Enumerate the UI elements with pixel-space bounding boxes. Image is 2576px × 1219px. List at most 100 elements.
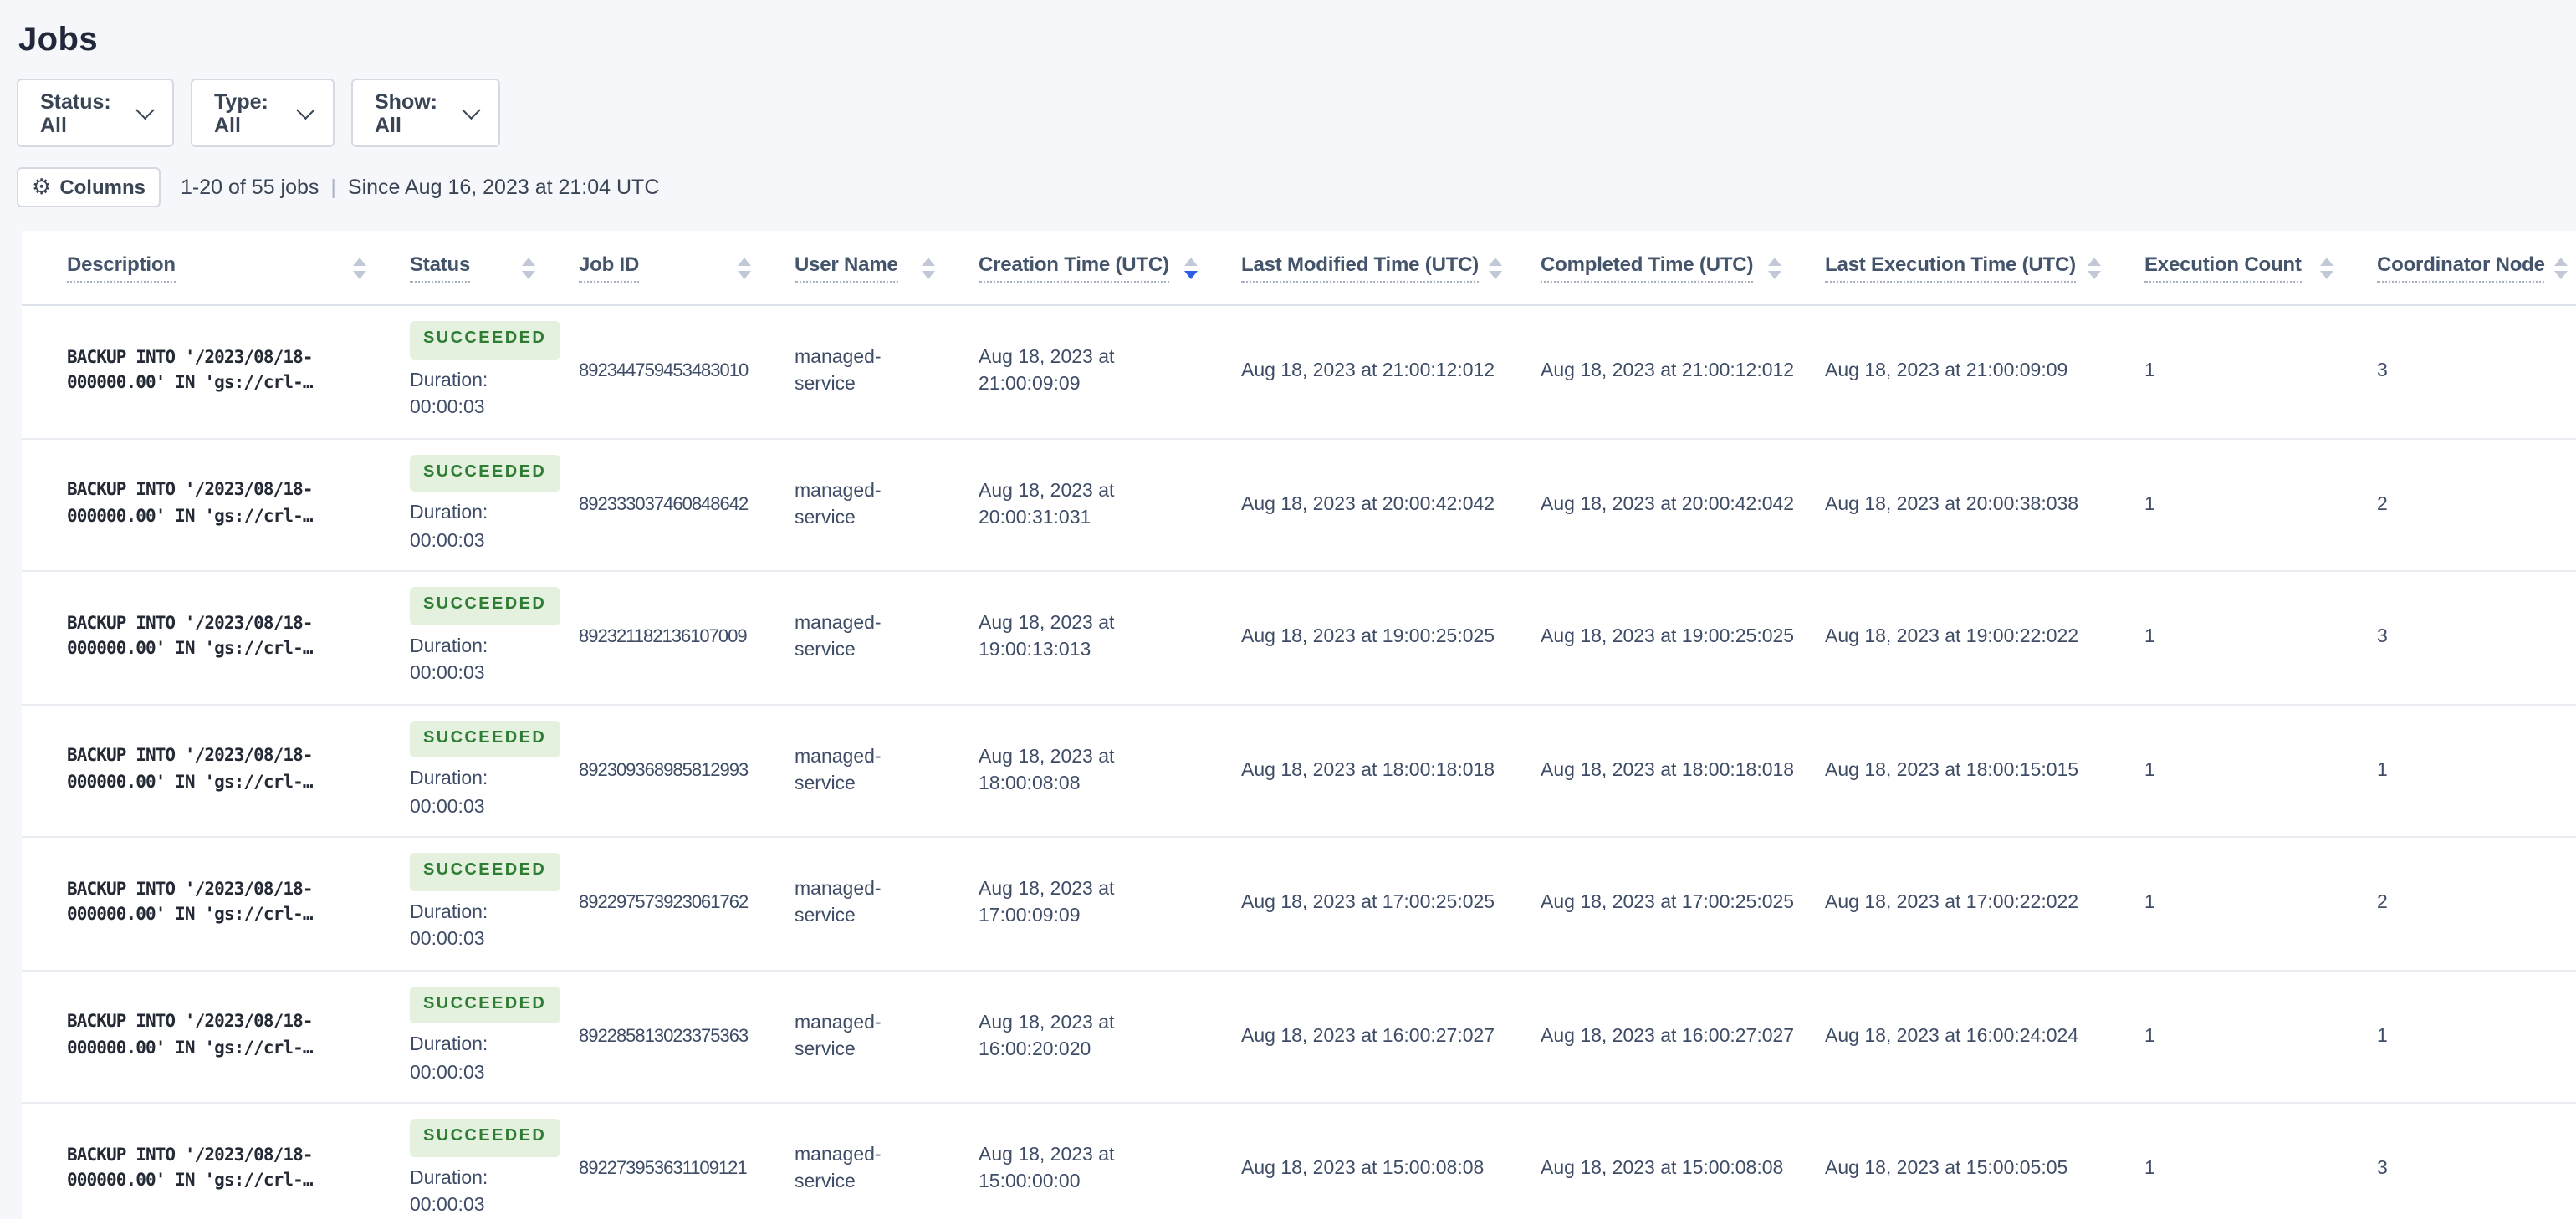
job-id-cell: 892273953631109121	[579, 1159, 748, 1180]
column-header-job-id[interactable]: Job ID	[579, 231, 795, 305]
execution-count-cell: 1	[2144, 893, 2155, 914]
column-header-description[interactable]: Description	[22, 231, 410, 305]
coordinator-node-cell: 3	[2377, 361, 2388, 382]
last-modified-time-cell: Aug 18, 2023 at 16:00:27:027	[1241, 1026, 1495, 1047]
job-description-link[interactable]: BACKUP INTO '/2023/08/18-000000.00' IN '…	[22, 970, 410, 1103]
completed-time-cell: Aug 18, 2023 at 20:00:42:042	[1541, 494, 1795, 515]
last-modified-time-cell: Aug 18, 2023 at 18:00:18:018	[1241, 760, 1495, 781]
job-description-link[interactable]: BACKUP INTO '/2023/08/18-000000.00' IN '…	[22, 837, 410, 970]
job-id-cell: 892333037460848642	[579, 494, 749, 515]
column-header-execution-count[interactable]: Execution Count	[2144, 231, 2377, 305]
coordinator-node-cell: 3	[2377, 627, 2388, 648]
last-modified-time-cell: Aug 18, 2023 at 17:00:25:025	[1241, 893, 1495, 914]
jobs-table: Description Status Job ID User Name Crea…	[22, 231, 2576, 1219]
duration-value: 00:00:03	[410, 398, 485, 418]
completed-time-cell: Aug 18, 2023 at 21:00:12:012	[1541, 361, 1795, 382]
last-modified-time-cell: Aug 18, 2023 at 19:00:25:025	[1241, 627, 1495, 648]
creation-time-cell: Aug 18, 2023 at 15:00:00:00	[979, 1145, 1115, 1193]
sort-icon[interactable]	[922, 257, 935, 278]
last-execution-time-cell: Aug 18, 2023 at 19:00:22:022	[1825, 627, 2079, 648]
table-toolbar: ⚙ Columns 1-20 of 55 jobs | Since Aug 16…	[17, 167, 659, 207]
execution-count-cell: 1	[2144, 1159, 2155, 1180]
job-status-cell: SUCCEEDED Duration: 00:00:03	[410, 1103, 579, 1219]
sort-icon[interactable]	[2088, 257, 2101, 278]
sort-icon[interactable]	[353, 257, 366, 278]
since-text: Since Aug 16, 2023 at 21:04 UTC	[347, 176, 660, 199]
show-filter-dropdown[interactable]: Show: All	[351, 79, 500, 147]
duration-value: 00:00:03	[410, 664, 485, 684]
last-execution-time-cell: Aug 18, 2023 at 21:00:09:09	[1825, 361, 2068, 382]
execution-count-cell: 1	[2144, 760, 2155, 781]
creation-time-cell: Aug 18, 2023 at 19:00:13:013	[979, 614, 1115, 661]
last-execution-time-cell: Aug 18, 2023 at 16:00:24:024	[1825, 1026, 2079, 1047]
filter-bar: Status: All Type: All Show: All	[17, 79, 500, 147]
sort-icon[interactable]	[2320, 257, 2333, 278]
coordinator-node-cell: 1	[2377, 760, 2388, 781]
job-description-link[interactable]: BACKUP INTO '/2023/08/18-000000.00' IN '…	[22, 1103, 410, 1219]
last-execution-time-cell: Aug 18, 2023 at 20:00:38:038	[1825, 494, 2079, 515]
job-description-link[interactable]: BACKUP INTO '/2023/08/18-000000.00' IN '…	[22, 305, 410, 438]
columns-button[interactable]: ⚙ Columns	[17, 167, 161, 207]
column-header-status[interactable]: Status	[410, 231, 579, 305]
duration-label: Duration:	[410, 1035, 488, 1055]
coordinator-node-cell: 2	[2377, 893, 2388, 914]
user-name-cell: managed-service	[795, 481, 882, 528]
job-id-cell: 892321182136107009	[579, 627, 748, 648]
job-id-cell: 892344759453483010	[579, 361, 749, 382]
job-status-cell: SUCCEEDED Duration: 00:00:03	[410, 837, 579, 970]
duration-value: 00:00:03	[410, 797, 485, 817]
duration-value: 00:00:03	[410, 1063, 485, 1083]
job-status-cell: SUCCEEDED Duration: 00:00:03	[410, 305, 579, 438]
column-header-last-modified-time[interactable]: Last Modified Time (UTC)	[1241, 231, 1541, 305]
sort-icon[interactable]	[522, 257, 535, 278]
last-modified-time-cell: Aug 18, 2023 at 15:00:08:08	[1241, 1159, 1485, 1180]
type-filter-dropdown[interactable]: Type: All	[191, 79, 335, 147]
job-id-cell: 892297573923061762	[579, 893, 749, 914]
creation-time-cell: Aug 18, 2023 at 16:00:20:020	[979, 1012, 1115, 1060]
last-modified-time-cell: Aug 18, 2023 at 20:00:42:042	[1241, 494, 1495, 515]
table-header-row: Description Status Job ID User Name Crea…	[22, 231, 2576, 305]
sort-icon[interactable]	[738, 257, 751, 278]
jobs-count-text: 1-20 of 55 jobs	[181, 176, 319, 199]
job-status-cell: SUCCEEDED Duration: 00:00:03	[410, 704, 579, 837]
job-id-cell: 892309368985812993	[579, 760, 749, 781]
column-header-user-name[interactable]: User Name	[795, 231, 979, 305]
column-header-creation-time[interactable]: Creation Time (UTC)	[979, 231, 1241, 305]
job-description-link[interactable]: BACKUP INTO '/2023/08/18-000000.00' IN '…	[22, 704, 410, 837]
sort-icon[interactable]	[1768, 257, 1781, 278]
columns-button-label: Columns	[59, 176, 146, 199]
sort-icon[interactable]	[1489, 257, 1503, 278]
table-row: BACKUP INTO '/2023/08/18-000000.00' IN '…	[22, 305, 2576, 438]
table-row: BACKUP INTO '/2023/08/18-000000.00' IN '…	[22, 837, 2576, 970]
user-name-cell: managed-service	[795, 614, 882, 661]
column-header-coordinator-node[interactable]: Coordinator Node	[2377, 231, 2576, 305]
column-header-last-execution-time[interactable]: Last Execution Time (UTC)	[1825, 231, 2144, 305]
jobs-table-card: Description Status Job ID User Name Crea…	[22, 231, 2576, 1219]
job-description-link[interactable]: BACKUP INTO '/2023/08/18-000000.00' IN '…	[22, 438, 410, 571]
creation-time-cell: Aug 18, 2023 at 17:00:09:09	[979, 880, 1115, 927]
job-description-link[interactable]: BACKUP INTO '/2023/08/18-000000.00' IN '…	[22, 571, 410, 704]
sort-icon[interactable]	[1184, 257, 1198, 278]
last-execution-time-cell: Aug 18, 2023 at 17:00:22:022	[1825, 893, 2079, 914]
execution-count-cell: 1	[2144, 1026, 2155, 1047]
status-filter-dropdown[interactable]: Status: All	[17, 79, 174, 147]
creation-time-cell: Aug 18, 2023 at 21:00:09:09	[979, 348, 1115, 395]
chevron-down-icon	[135, 99, 155, 120]
column-header-completed-time[interactable]: Completed Time (UTC)	[1541, 231, 1825, 305]
duration-label: Duration:	[410, 902, 488, 922]
status-badge: SUCCEEDED	[410, 321, 560, 359]
user-name-cell: managed-service	[795, 1012, 882, 1060]
table-row: BACKUP INTO '/2023/08/18-000000.00' IN '…	[22, 704, 2576, 837]
execution-count-cell: 1	[2144, 361, 2155, 382]
jobs-count-info: 1-20 of 55 jobs | Since Aug 16, 2023 at …	[181, 176, 659, 199]
last-modified-time-cell: Aug 18, 2023 at 21:00:12:012	[1241, 361, 1495, 382]
duration-label: Duration:	[410, 1168, 488, 1188]
duration-label: Duration:	[410, 636, 488, 656]
status-badge: SUCCEEDED	[410, 1119, 560, 1156]
table-row: BACKUP INTO '/2023/08/18-000000.00' IN '…	[22, 970, 2576, 1103]
completed-time-cell: Aug 18, 2023 at 17:00:25:025	[1541, 893, 1795, 914]
coordinator-node-cell: 2	[2377, 494, 2388, 515]
sort-icon[interactable]	[2554, 257, 2568, 278]
duration-label: Duration:	[410, 370, 488, 390]
last-execution-time-cell: Aug 18, 2023 at 15:00:05:05	[1825, 1159, 2068, 1180]
